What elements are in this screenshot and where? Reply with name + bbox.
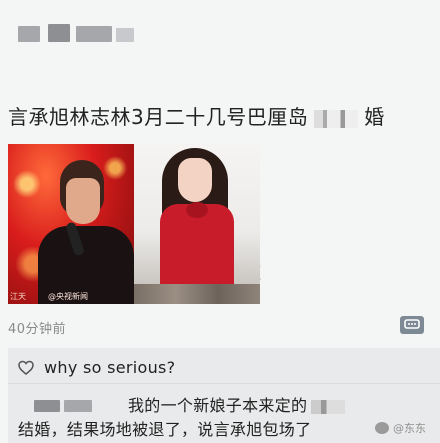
screen: 言承旭林志林3月二十几号巴厘岛婚 礼！！！！！！！！ 那波我要不要私信卓伟！！！… <box>0 0 440 443</box>
likes-row: why so serious? <box>18 358 175 377</box>
redaction-block <box>311 399 346 414</box>
redaction-block <box>48 24 70 42</box>
redaction-block <box>76 26 112 42</box>
redaction-block <box>314 109 359 128</box>
figure-face <box>178 158 212 202</box>
redacted-username <box>18 22 158 44</box>
photo-watermark: @央视新闻 <box>48 292 88 301</box>
photo-caption: 江天 <box>10 292 26 301</box>
photo-left[interactable]: 江天 @央视新闻 <box>8 144 134 304</box>
background-crowd <box>134 284 260 304</box>
redaction-block <box>64 400 92 412</box>
comment-button[interactable] <box>400 316 424 334</box>
redaction-block <box>18 26 40 42</box>
comment-icon <box>404 319 420 329</box>
comment-text-part1: 我的一个新娘子本来定的 <box>128 396 308 415</box>
post-line-1-text: 言承旭林志林3月二十几号巴厘岛 <box>8 105 309 129</box>
heart-icon[interactable] <box>18 360 34 376</box>
source-watermark: @东东 <box>375 420 426 436</box>
post-line-1: 言承旭林志林3月二十几号巴厘岛 婚 <box>8 104 432 130</box>
comment-text-continued: 结婚，结果场地被退了，说言承旭包场了 <box>18 420 312 439</box>
photo-right[interactable] <box>134 144 260 304</box>
redaction-block <box>116 28 134 42</box>
watermark-text: @东东 <box>393 422 426 435</box>
weibo-logo-icon <box>375 422 389 434</box>
bow-detail <box>186 202 208 218</box>
redacted-commenter <box>34 398 92 414</box>
liker-name[interactable]: why so serious? <box>44 358 175 377</box>
post-line-1-tail: 婚 <box>364 105 385 129</box>
redaction-block <box>34 400 60 412</box>
divider <box>8 383 440 384</box>
comment-text: 我的一个新娘子本来定的 <box>128 392 346 416</box>
post-timestamp: 40分钟前 <box>8 322 67 337</box>
figure-face <box>66 178 100 224</box>
